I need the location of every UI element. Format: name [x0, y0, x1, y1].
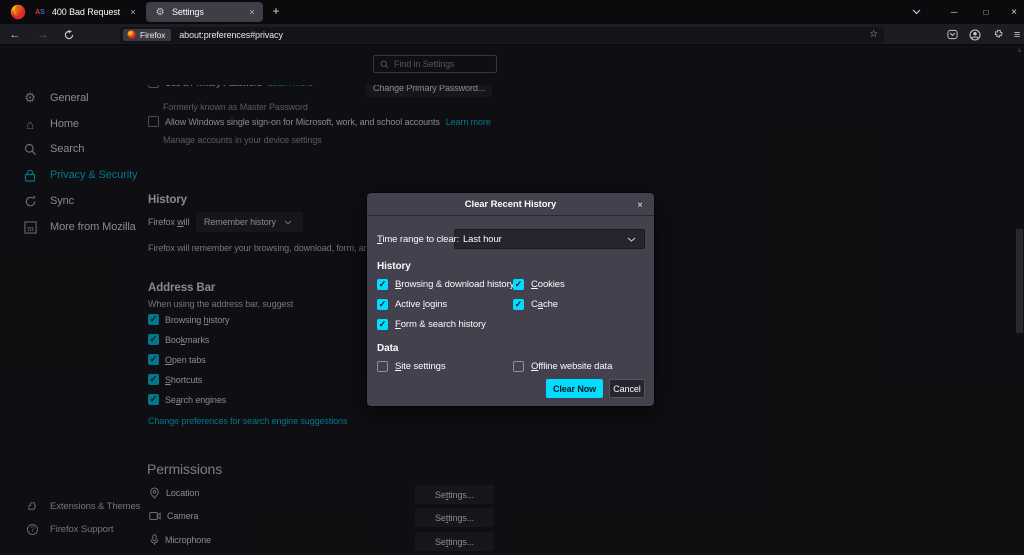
time-range-dropdown[interactable]: Last hour: [454, 229, 645, 249]
dialog-option-form-search-history[interactable]: ✓ Form & search history: [377, 319, 486, 330]
extensions-icon[interactable]: [989, 26, 1007, 43]
cancel-button[interactable]: Cancel: [609, 379, 645, 398]
account-icon[interactable]: [966, 26, 984, 43]
tab-close-icon[interactable]: ×: [245, 5, 259, 19]
tab-settings[interactable]: ⚙ Settings ×: [146, 2, 263, 22]
checkbox-checked[interactable]: ✓: [513, 299, 524, 310]
menu-hamburger-icon[interactable]: ≡: [1008, 26, 1024, 43]
tab-title: 400 Bad Request: [52, 7, 126, 17]
dialog-close-icon[interactable]: ×: [633, 198, 647, 212]
tab-bar: AS 400 Bad Request × ⚙ Settings × + ─ □ …: [0, 0, 1024, 24]
dialog-data-heading: Data: [377, 343, 398, 354]
url-text: about:preferences#privacy: [179, 30, 283, 40]
checkbox-checked[interactable]: ✓: [513, 279, 524, 290]
checkbox-checked[interactable]: ✓: [377, 319, 388, 330]
tab-title: Settings: [172, 7, 245, 17]
bookmark-star-icon[interactable]: ☆: [869, 29, 878, 40]
dialog-option-offline-website-data[interactable]: Offline website data: [513, 361, 612, 372]
dialog-option-browsing-download-history[interactable]: ✓ Browsing & download history: [377, 279, 514, 290]
url-bar[interactable]: Firefox about:preferences#privacy ☆: [120, 27, 884, 43]
time-range-label: Time range to clear:: [377, 234, 459, 245]
dialog-option-cookies[interactable]: ✓ Cookies: [513, 279, 565, 290]
firefox-logo-icon: [10, 4, 26, 20]
dialog-history-heading: History: [377, 261, 411, 272]
dialog-option-cache[interactable]: ✓ Cache: [513, 299, 558, 310]
window-maximize-button[interactable]: □: [972, 0, 1000, 24]
navigation-toolbar: ← → Firefox about:preferences#privacy ☆ …: [0, 24, 1024, 45]
window-close-button[interactable]: ×: [1000, 0, 1024, 24]
browser-window: AS 400 Bad Request × ⚙ Settings × + ─ □ …: [0, 0, 1024, 555]
dialog-title: Clear Recent History: [465, 199, 556, 210]
clear-recent-history-dialog: Clear Recent History × Time range to cle…: [367, 193, 654, 406]
new-tab-button[interactable]: +: [268, 4, 284, 20]
gear-icon: ⚙: [154, 6, 166, 18]
dialog-titlebar: Clear Recent History ×: [367, 193, 654, 216]
tab-close-icon[interactable]: ×: [126, 5, 140, 19]
dialog-option-active-logins[interactable]: ✓ Active logins: [377, 299, 447, 310]
checkbox-checked[interactable]: ✓: [377, 299, 388, 310]
chevron-down-icon: [627, 237, 636, 242]
reload-button[interactable]: [60, 26, 78, 43]
settings-page: ⚙ General ⌂ Home Search Privacy & Securi…: [0, 45, 1024, 555]
list-all-tabs-chevron-icon[interactable]: [905, 5, 927, 19]
checkbox-unchecked[interactable]: [513, 361, 524, 372]
site-identity-chip[interactable]: Firefox: [123, 29, 171, 41]
dialog-option-site-settings[interactable]: Site settings: [377, 361, 445, 372]
back-button[interactable]: ←: [6, 26, 24, 43]
window-minimize-button[interactable]: ─: [940, 0, 968, 24]
firefox-chip-icon: [127, 30, 136, 39]
forward-button[interactable]: →: [34, 26, 52, 43]
checkbox-checked[interactable]: ✓: [377, 279, 388, 290]
tab-400-bad-request[interactable]: AS 400 Bad Request ×: [26, 0, 144, 24]
pocket-icon[interactable]: [943, 26, 961, 43]
clear-now-button[interactable]: Clear Now: [546, 379, 603, 398]
page-favicon: AS: [34, 6, 46, 18]
checkbox-unchecked[interactable]: [377, 361, 388, 372]
